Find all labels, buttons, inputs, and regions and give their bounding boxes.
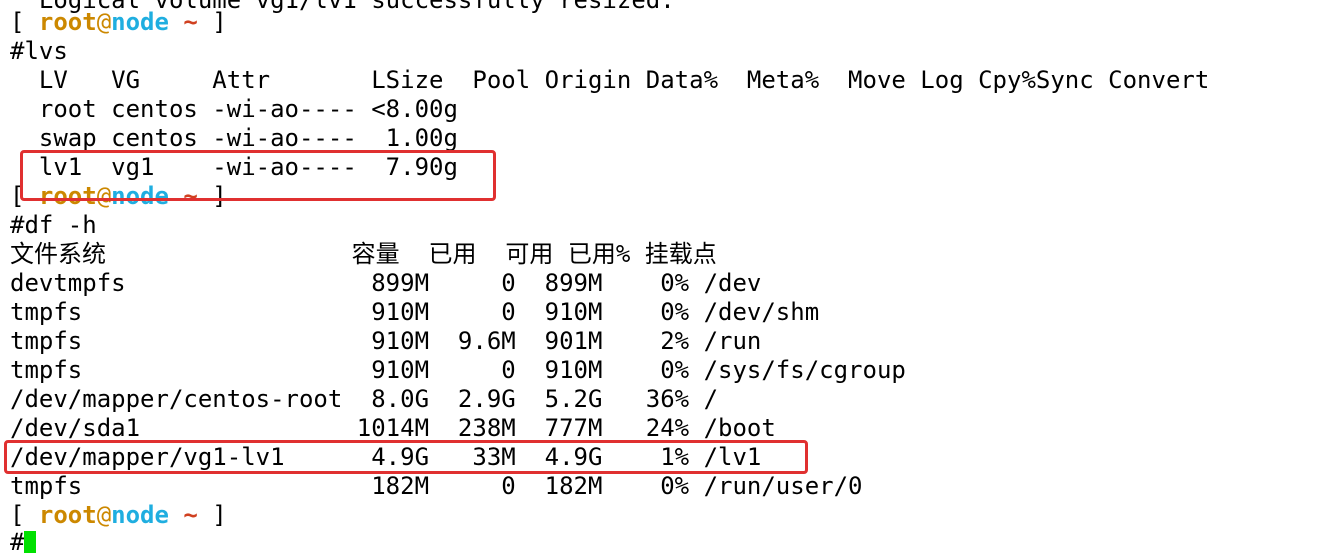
lv1-highlight-box [20,150,496,201]
command-line: # [10,528,25,553]
df-row: tmpfs 910M 9.6M 901M 2% /run [10,327,762,355]
prompt-at: @ [96,8,112,36]
df-row: /dev/sda1 1014M 238M 777M 24% /boot [10,414,776,442]
prompt-close: ] [197,8,227,36]
prompt-user: root [38,8,97,36]
prompt-host: node [111,8,169,36]
text-cursor [24,531,37,553]
input-line[interactable]: # [10,528,37,553]
df-row: tmpfs 910M 0 910M 0% /sys/fs/cgroup [10,356,906,384]
command-line: #df -h [10,211,97,239]
prompt-open: [ [10,8,39,36]
mount-highlight-box [4,440,808,474]
df-row: tmpfs 910M 0 910M 0% /dev/shm [10,298,820,326]
df-row: devtmpfs 899M 0 899M 0% /dev [10,269,762,297]
prompt-host: node [111,501,169,529]
df-row: tmpfs 182M 0 182M 0% /run/user/0 [10,472,863,500]
prompt-close: ] [197,501,227,529]
prompt-open: [ [10,501,39,529]
terminal-window[interactable]: Logical volume vg1/lv1 successfully resi… [0,0,1322,553]
command-line: #lvs [10,37,68,65]
prompt-user: root [38,501,97,529]
shell-prompt: [ root@node ~ ] [10,8,227,37]
prompt-path: ~ [168,8,198,36]
df-header: 文件系统 容量 已用 可用 已用% 挂载点 [10,240,717,268]
shell-prompt: [ root@node ~ ] [10,501,227,530]
df-row: /dev/mapper/centos-root 8.0G 2.9G 5.2G 3… [10,385,719,413]
lvs-header: LV VG Attr LSize Pool Origin Data% Meta%… [10,66,1210,94]
lvs-row: root centos -wi-ao---- <8.00g [10,95,458,123]
lvs-row: swap centos -wi-ao---- 1.00g [10,124,458,152]
prompt-path: ~ [168,501,198,529]
prompt-at: @ [96,501,112,529]
